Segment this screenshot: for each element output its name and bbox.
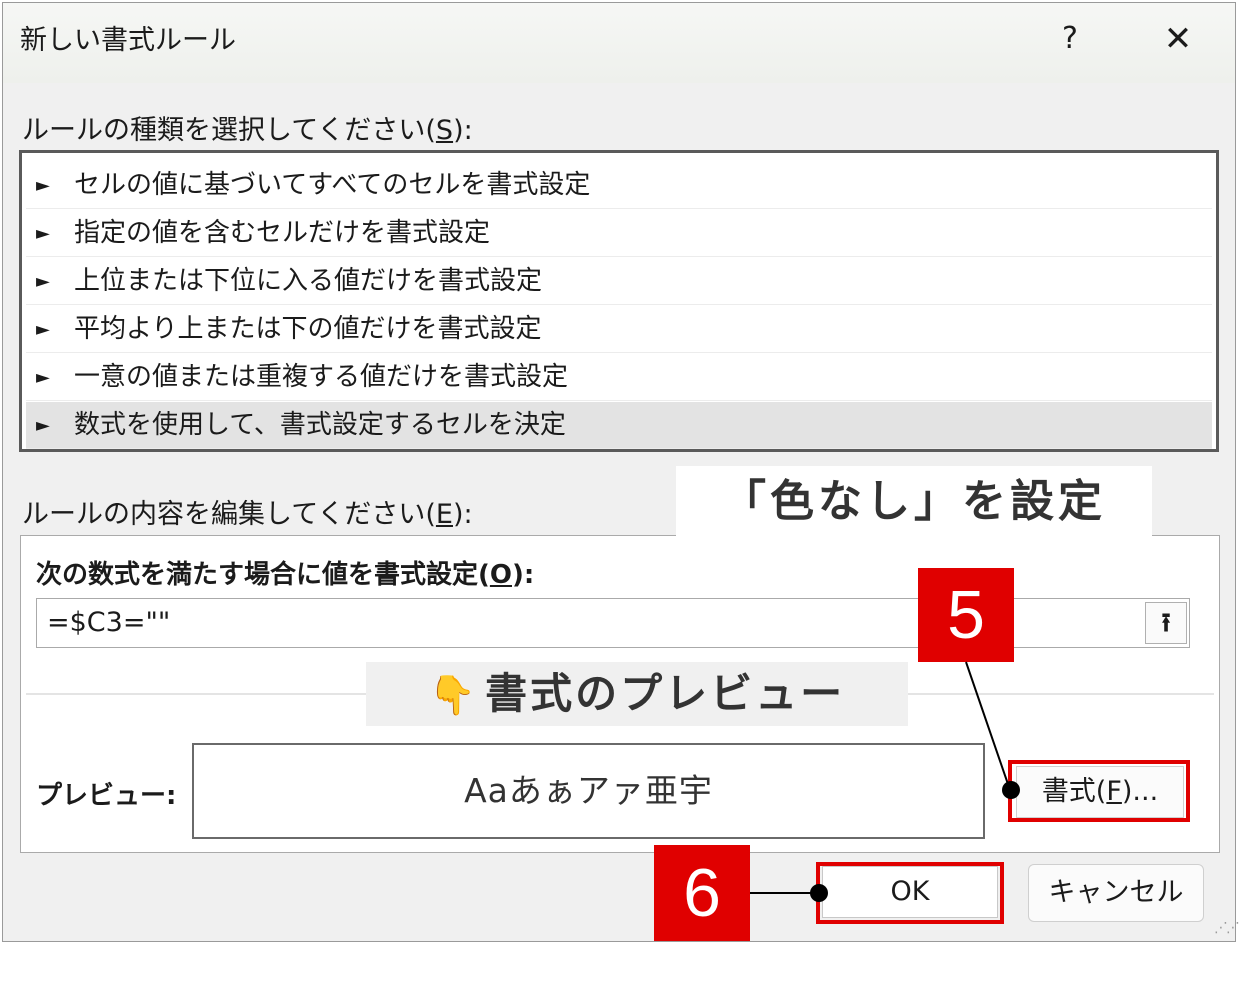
annotation-connectors (750, 661, 1011, 894)
connector-dot-6 (810, 884, 828, 902)
connector-line-5 (965, 661, 1011, 791)
connector-dot-5 (1002, 781, 1020, 799)
